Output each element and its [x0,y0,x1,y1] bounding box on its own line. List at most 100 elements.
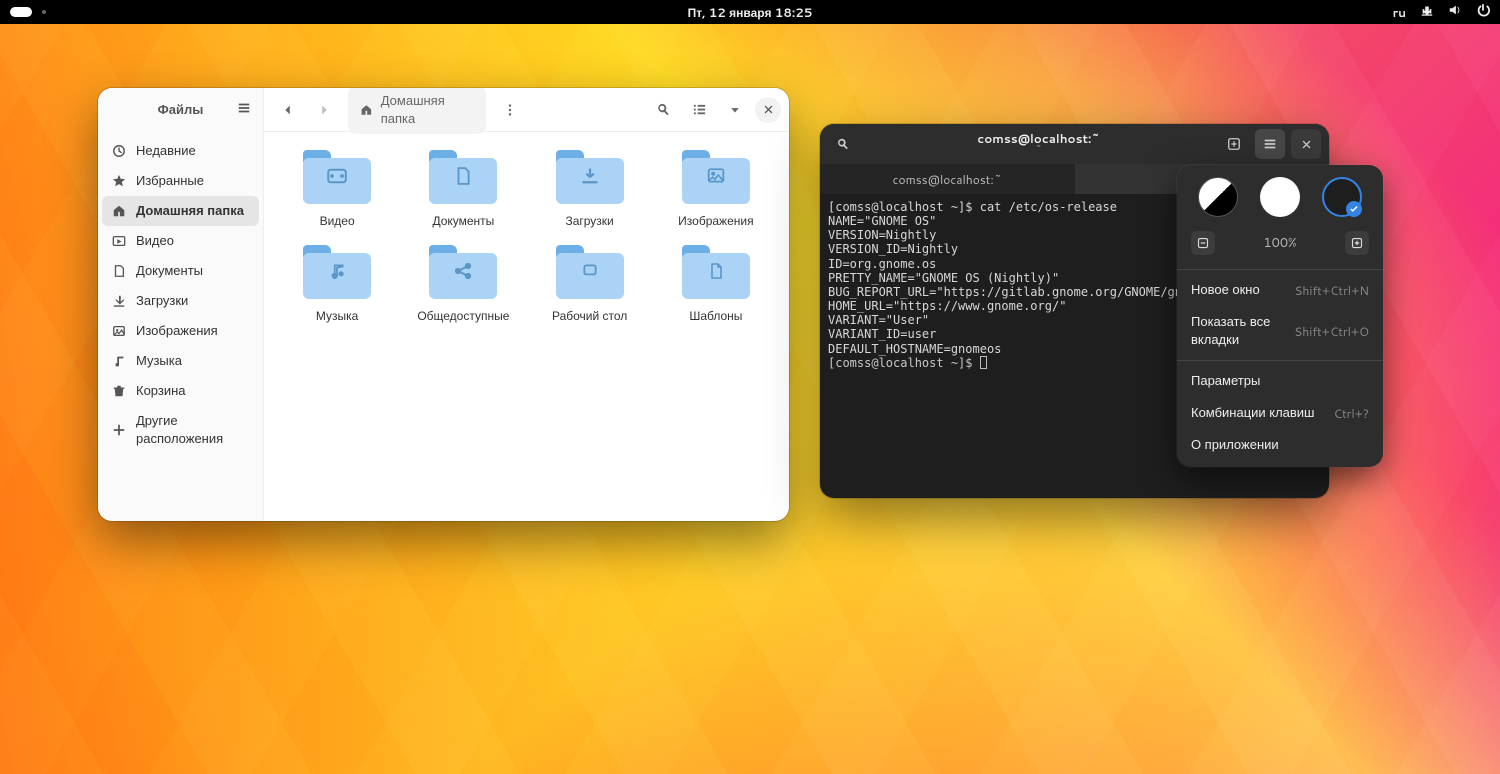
sidebar-item-label: Корзина [136,382,186,400]
nav-back-button[interactable] [272,94,304,126]
menu-item-label: Параметры [1191,372,1260,390]
sidebar-item-recent[interactable]: Недавние [102,136,259,166]
network-icon[interactable] [1420,3,1434,21]
files-window: Файлы Недавние Избранные Домашняя папка Вид… [98,88,789,521]
terminal-close-button[interactable] [1291,129,1321,159]
folder-desktop[interactable]: Рабочий стол [530,243,650,324]
sidebar-item-videos[interactable]: Видео [102,226,259,256]
terminal-headerbar: comss@localhost:~ ~ [820,124,1329,164]
folder-icon [429,243,497,299]
terminal-search-button[interactable] [828,129,858,159]
view-list-button[interactable] [683,94,715,126]
folder-label: Шаблоны [689,307,742,324]
folder-video[interactable]: Видео [277,148,397,229]
folder-download[interactable]: Загрузки [530,148,650,229]
documents-icon [112,264,126,278]
menu-item[interactable]: Комбинации клавиш Ctrl+? [1177,397,1383,429]
zoom-level: 100% [1263,234,1296,252]
sidebar-item-label: Загрузки [136,292,188,310]
path-more-button[interactable] [494,94,526,126]
other-icon [112,423,126,437]
folder-label: Изображения [678,212,753,229]
terminal-menu-button[interactable] [1255,129,1285,159]
keyboard-layout-indicator[interactable]: ru [1393,4,1406,21]
folder-label: Документы [432,212,494,229]
folder-icon [682,243,750,299]
folder-music[interactable]: Музыка [277,243,397,324]
files-toolbar: Домашняя папка [264,88,789,132]
power-icon[interactable] [1476,3,1490,21]
folder-share[interactable]: Общедоступные [403,243,523,324]
path-label: Домашняя папка [381,92,474,128]
folder-icon [682,148,750,204]
path-bar[interactable]: Домашняя папка [348,88,486,134]
sidebar-item-downloads[interactable]: Загрузки [102,286,259,316]
menu-item-label: Новое окно [1191,281,1260,299]
sidebar-item-label: Другие расположения [136,412,249,448]
view-options-button[interactable] [719,94,751,126]
sidebar-item-pictures[interactable]: Изображения [102,316,259,346]
zoom-out-button[interactable] [1191,231,1215,255]
terminal-subtitle: ~ [864,145,1213,156]
trash-icon [112,384,126,398]
sidebar-item-home[interactable]: Домашняя папка [102,196,259,226]
sidebar-item-starred[interactable]: Избранные [102,166,259,196]
files-main: Домашняя папка Видео Документы Загрузки Изо… [264,88,789,521]
files-icon-grid[interactable]: Видео Документы Загрузки Изображения Музыка О… [264,132,789,521]
sidebar-item-label: Музыка [136,352,182,370]
theme-dark[interactable] [1322,177,1362,217]
sidebar-item-label: Изображения [136,322,218,340]
files-sidebar-header: Файлы [98,88,263,132]
sidebar-item-other[interactable]: Другие расположения [102,406,259,454]
folder-label: Рабочий стол [552,307,627,324]
sidebar-item-label: Недавние [136,142,196,160]
menu-item[interactable]: Параметры [1177,365,1383,397]
terminal-new-tab-button[interactable] [1219,129,1249,159]
files-close-button[interactable] [755,97,781,123]
folder-doc[interactable]: Документы [403,148,523,229]
volume-icon[interactable] [1448,3,1462,21]
folder-icon [556,243,624,299]
menu-item-label: Комбинации клавиш [1191,404,1314,422]
folder-label: Музыка [316,307,358,324]
terminal-hamburger-popover: 100% Новое окноShift+Ctrl+NПоказать все … [1177,165,1383,467]
sidebar-item-documents[interactable]: Документы [102,256,259,286]
folder-template[interactable]: Шаблоны [656,243,776,324]
folder-icon [303,243,371,299]
sidebar-item-label: Домашняя папка [136,202,244,220]
theme-light[interactable] [1260,177,1300,217]
downloads-icon [112,294,126,308]
folder-label: Загрузки [565,212,613,229]
sidebar-item-music[interactable]: Музыка [102,346,259,376]
sidebar-item-label: Видео [136,232,174,250]
menu-item[interactable]: Новое окноShift+Ctrl+N [1177,274,1383,306]
sidebar-item-trash[interactable]: Корзина [102,376,259,406]
menu-item[interactable]: Показать все вкладкиShift+Ctrl+O [1177,306,1383,356]
folder-icon [556,148,624,204]
starred-icon [112,174,126,188]
folder-image[interactable]: Изображения [656,148,776,229]
sidebar-item-label: Документы [136,262,203,280]
folder-icon [303,148,371,204]
menu-item[interactable]: О приложении [1177,429,1383,461]
menu-item-shortcut: Ctrl+? [1334,405,1369,422]
activities-button[interactable] [10,7,46,17]
menu-item-label: О приложении [1191,436,1279,454]
videos-icon [112,234,126,248]
zoom-in-button[interactable] [1345,231,1369,255]
menu-item-label: Показать все вкладки [1191,313,1294,349]
music-icon [112,354,126,368]
files-sidebar: Файлы Недавние Избранные Домашняя папка Вид… [98,88,264,521]
folder-icon [429,148,497,204]
terminal-tab[interactable]: comss@localhost:~ [820,164,1075,194]
nav-forward-button[interactable] [308,94,340,126]
menu-item-shortcut: Shift+Ctrl+O [1294,323,1369,340]
files-sidebar-menu-button[interactable] [237,101,251,120]
folder-label: Видео [320,212,355,229]
theme-follow-system[interactable] [1198,177,1238,217]
topbar-clock[interactable]: Пт, 12 января 18:25 [688,4,813,21]
sidebar-item-label: Избранные [136,172,204,190]
pictures-icon [112,324,126,338]
search-button[interactable] [647,94,679,126]
folder-label: Общедоступные [417,307,509,324]
